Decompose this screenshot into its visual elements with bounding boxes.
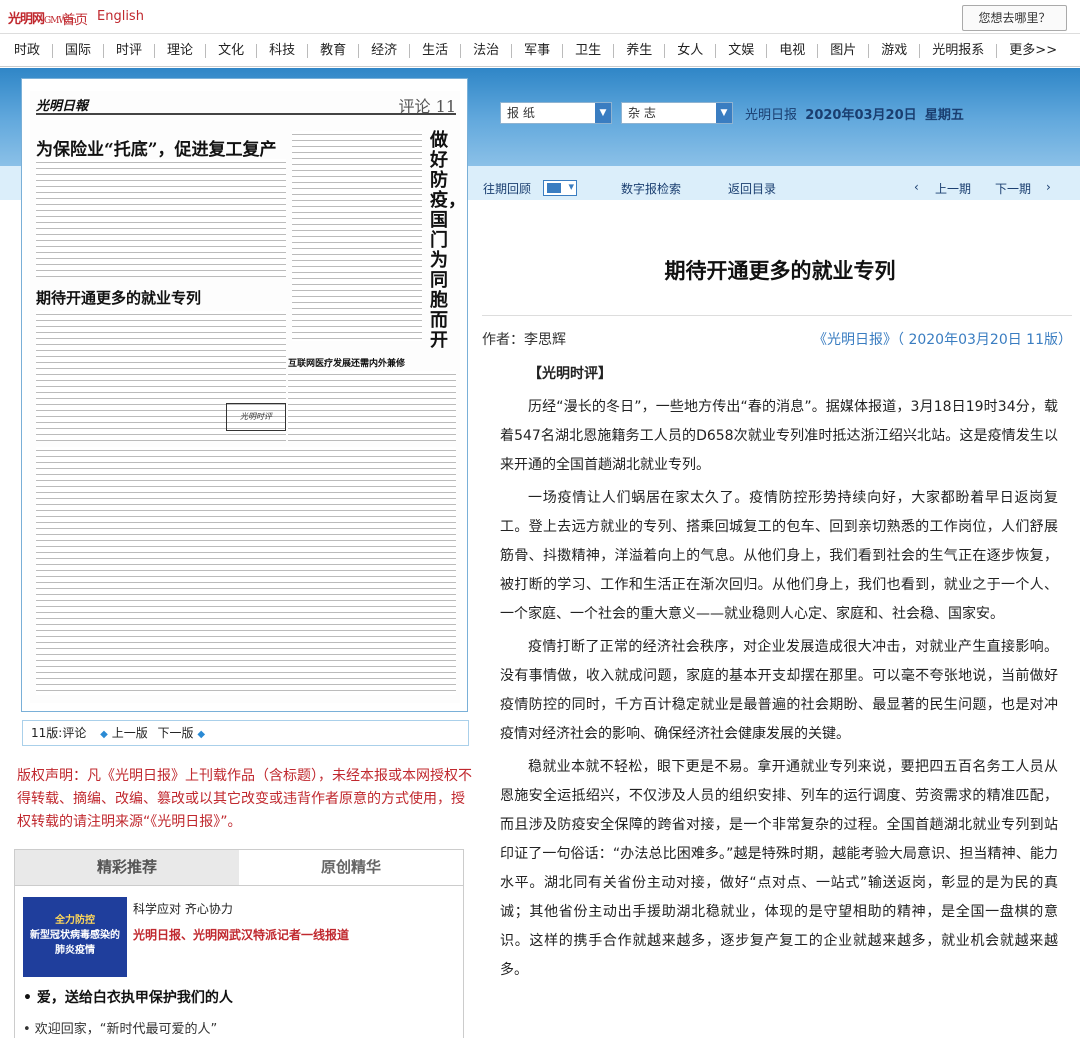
nav-item[interactable]: 经济 <box>359 44 411 58</box>
tab-original[interactable]: 原创精华 <box>239 850 463 886</box>
nav-item[interactable]: 理论 <box>155 44 207 58</box>
nav-item[interactable]: 文化 <box>206 44 258 58</box>
issue-info: 光明日报 2020年03月20日 星期五 <box>745 108 964 123</box>
prev-issue-arrow-icon[interactable]: ‹ <box>914 180 919 194</box>
recommend-item-title[interactable]: 科学应对 齐心协力 <box>133 900 233 917</box>
chevron-down-icon: ▼ <box>595 103 611 123</box>
nav-item[interactable]: 卫生 <box>563 44 615 58</box>
recommend-list-item[interactable]: • 欢迎回家，“新时代最可爱的人” <box>23 1018 217 1037</box>
copyright-notice: 版权声明：凡《光明日报》上刊载作品（含标题），未经本报或本网授权不得转载、摘编、… <box>17 768 472 830</box>
nav-item[interactable]: 科技 <box>257 44 309 58</box>
recommend-panel: 精彩推荐 原创精华 全力防控 新型冠状病毒感染的 肺炎疫情 科学应对 齐心协力 … <box>14 849 464 1038</box>
nav-item[interactable]: 法治 <box>461 44 513 58</box>
article-paragraph: 一场疫情让人们蜗居在家太久了。疫情防控形势持续向好，大家都盼着早日返岗复工。登上… <box>500 490 1058 622</box>
recommend-list-item[interactable]: • 爱，送给白衣执甲保护我们的人 <box>23 987 233 1007</box>
prev-page-link[interactable]: 上一版 <box>112 726 148 740</box>
recommend-item-link[interactable]: 光明日报、光明网武汉特派记者一线报道 <box>133 926 349 943</box>
nav-item[interactable]: 养生 <box>614 44 666 58</box>
article-text-block[interactable] <box>292 131 422 341</box>
article-title: 期待开通更多的就业专列 <box>664 259 896 283</box>
next-issue-link[interactable]: 下一期 <box>995 180 1031 197</box>
nav-item[interactable]: 教育 <box>308 44 360 58</box>
magazine-select[interactable]: 杂 志 ▼ <box>621 102 733 124</box>
covid-thumbnail[interactable]: 全力防控 新型冠状病毒感染的 肺炎疫情 <box>23 897 127 977</box>
search-link[interactable]: 数字报检索 <box>621 180 681 197</box>
article-meta: 作者：李思辉 《光明日报》（ 2020年03月20日 11版） <box>482 315 1072 351</box>
nav-item[interactable]: 女人 <box>665 44 717 58</box>
next-issue-arrow-icon[interactable]: › <box>1046 180 1051 194</box>
next-page-link[interactable]: 下一版 <box>158 726 194 740</box>
article-body: 【光明时评】 历经“漫长的冬日”，一些地方传出“春的消息”。据媒体报道，3月18… <box>500 360 1058 989</box>
article-author: 作者：李思辉 <box>482 332 566 348</box>
home-link[interactable]: 首页 <box>62 9 88 28</box>
channel-nav: 时政 国际 时评 理论 文化 科技 教育 经济 生活 法治 军事 卫生 养生 女人 文娱 电视 图片 游戏 光明报系… <box>0 35 1080 67</box>
nav-item[interactable]: 更多>> <box>997 44 1069 58</box>
page-headline-2[interactable]: 期待开通更多的就业专列 <box>36 287 201 308</box>
nav-item[interactable]: 光明报系 <box>920 44 998 58</box>
nav-item[interactable]: 国际 <box>53 44 105 58</box>
tab-featured[interactable]: 精彩推荐 <box>15 850 239 886</box>
next-arrow-icon: ◆ <box>197 729 206 740</box>
page-nav-bar: 11版:评论 ◆ 上一版 下一版 ◆ <box>22 720 469 746</box>
article-text-block[interactable] <box>36 447 456 695</box>
article-text-block[interactable] <box>288 371 456 441</box>
column-badge: 光明时评 <box>226 403 286 431</box>
article-source[interactable]: 《光明日报》（ 2020年03月20日 11版） <box>813 329 1072 349</box>
article-text-block[interactable] <box>36 159 286 277</box>
prev-arrow-icon: ◆ <box>100 729 108 740</box>
article-paragraph: 疫情打断了正常的经济社会秩序，对企业发展造成很大冲击，对就业产生直接影响。没有事… <box>500 639 1058 742</box>
nav-item[interactable]: 时政 <box>2 44 54 58</box>
current-page-label: 11版:评论 <box>31 726 87 740</box>
chevron-down-icon: ▼ <box>716 103 732 123</box>
top-bar: 光明网GMW.cn 首页 English 您想去哪里？ <box>0 0 1080 34</box>
calendar-icon[interactable] <box>543 180 577 196</box>
page-headline-3[interactable]: 互联网医疗发展还需内外兼修 <box>288 356 405 369</box>
archive-link[interactable]: 往期回顾 <box>483 180 531 197</box>
nav-item[interactable]: 生活 <box>410 44 462 58</box>
nav-item[interactable]: 时评 <box>104 44 156 58</box>
masthead-logo: 光明日報 <box>36 99 89 114</box>
nav-item[interactable]: 军事 <box>512 44 564 58</box>
page-section-label: 评论 11 <box>398 97 456 116</box>
nav-item[interactable]: 游戏 <box>869 44 921 58</box>
newspaper-page-image[interactable]: 光明日報 评论 11 为保险业“托底”，促进复工复产 做好防疫，国门为同胞而开 … <box>30 91 466 703</box>
english-link[interactable]: English <box>97 9 144 24</box>
article-paragraph: 历经“漫长的冬日”，一些地方传出“春的消息”。据媒体报道，3月18日19时34分… <box>500 399 1058 473</box>
nav-item[interactable]: 图片 <box>818 44 870 58</box>
newspaper-select[interactable]: 报 纸 ▼ <box>500 102 612 124</box>
prev-issue-link[interactable]: 上一期 <box>935 180 971 197</box>
vertical-headline[interactable]: 做好防疫，国门为同胞而开 <box>430 131 466 351</box>
newspaper-page-preview[interactable]: 光明日報 评论 11 为保险业“托底”，促进复工复产 做好防疫，国门为同胞而开 … <box>21 78 468 712</box>
page-masthead: 光明日報 评论 11 <box>36 95 456 116</box>
article-paragraph: 稳就业本就不轻松，眼下更是不易。拿开通就业专列来说，要把四五百名务工人员从恩施安… <box>500 759 1058 978</box>
back-to-toc-link[interactable]: 返回目录 <box>728 180 776 197</box>
page-headline-1[interactable]: 为保险业“托底”，促进复工复产 <box>36 135 277 160</box>
nav-item[interactable]: 电视 <box>767 44 819 58</box>
where-to-go-button[interactable]: 您想去哪里？ <box>962 5 1067 31</box>
nav-item[interactable]: 文娱 <box>716 44 768 58</box>
article-tag: 【光明时评】 <box>528 366 612 382</box>
